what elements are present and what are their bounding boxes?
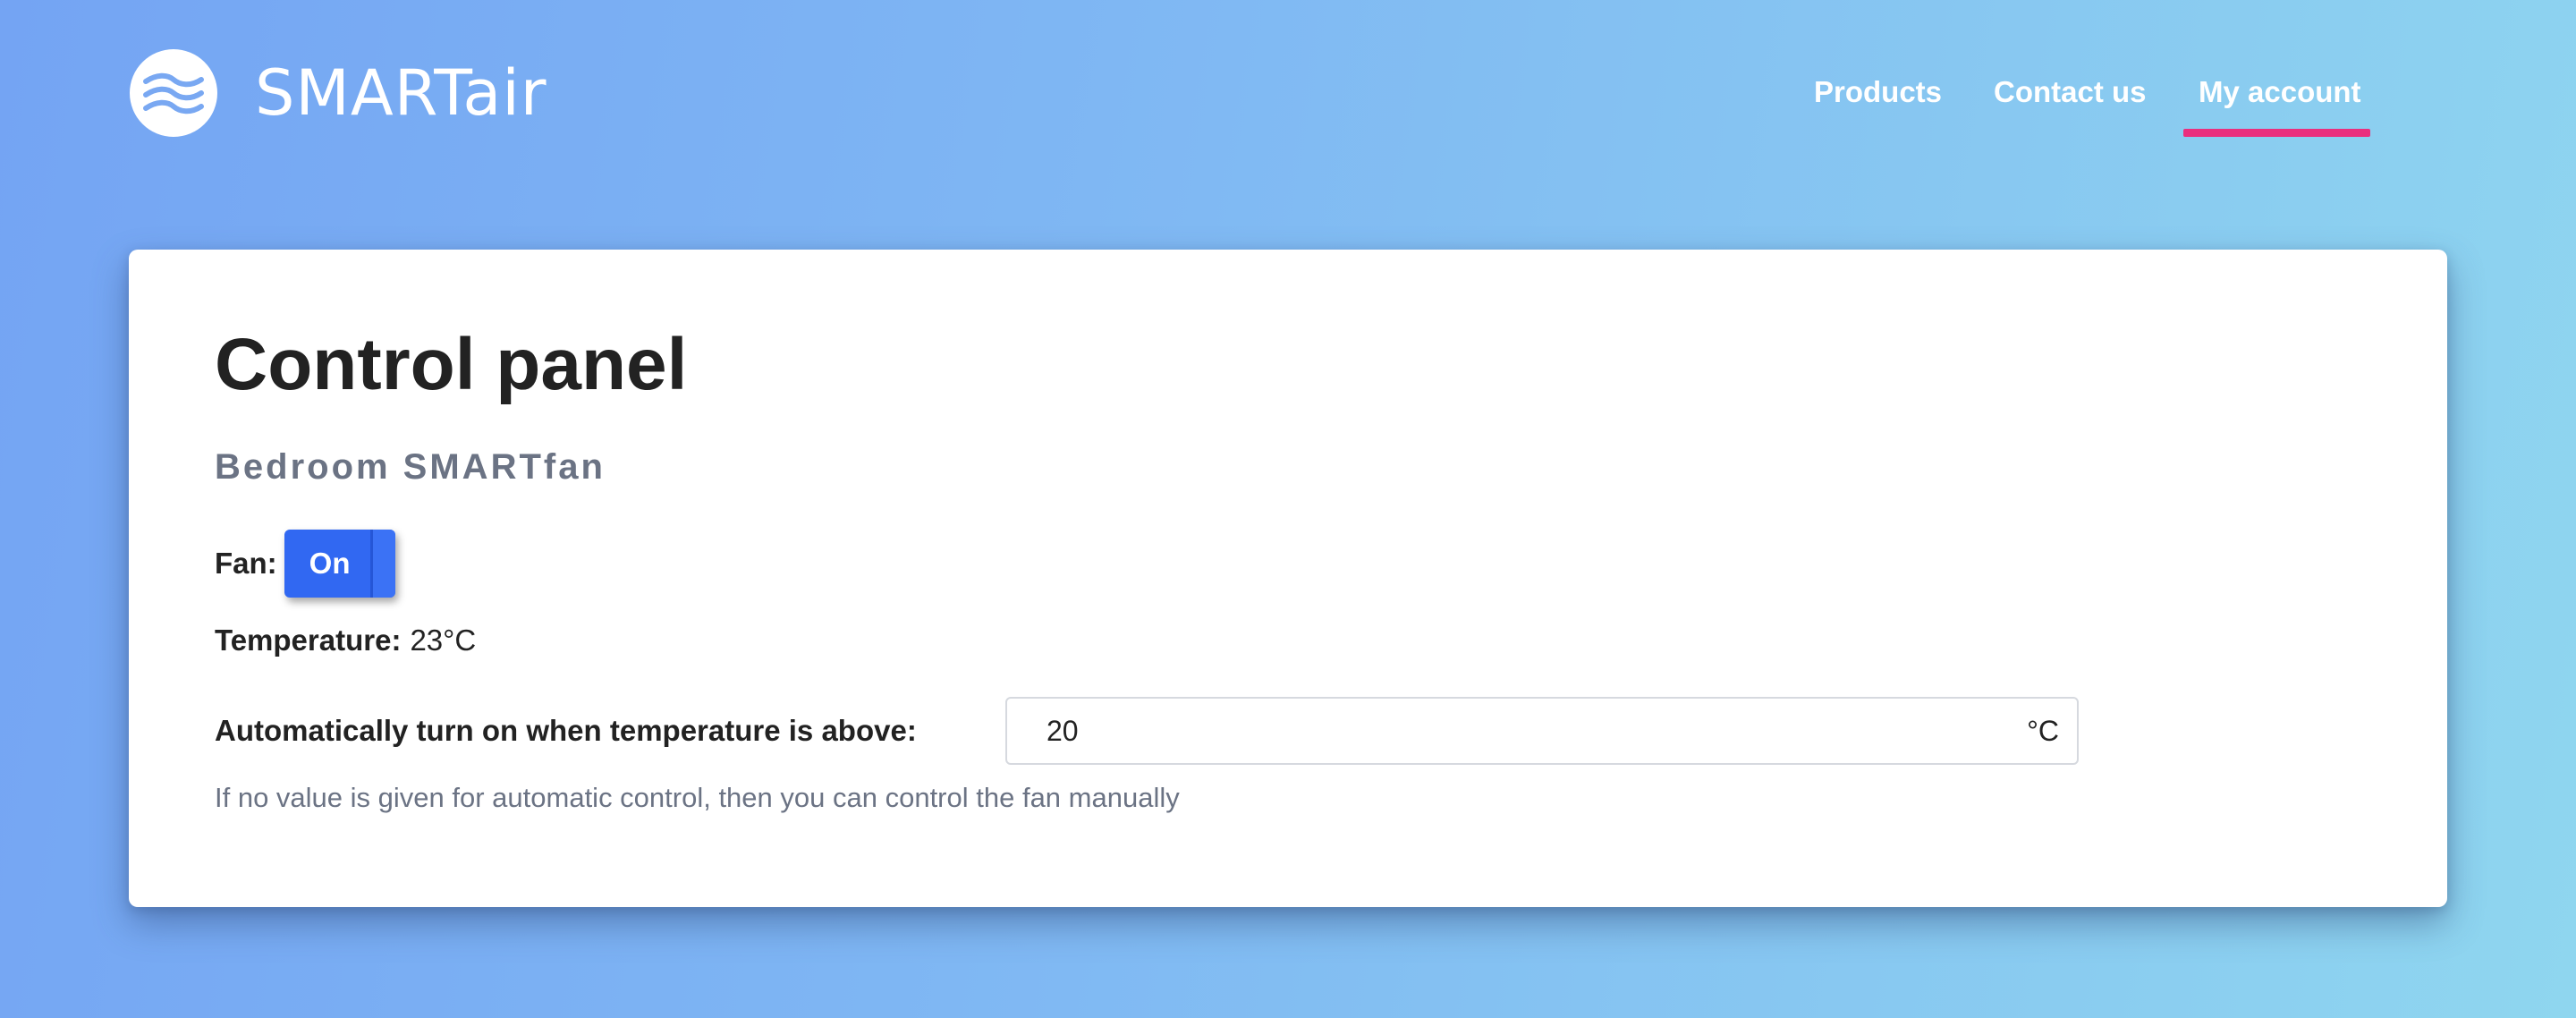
control-panel-card: Control panel Bedroom SMARTfan Fan: On T… — [129, 250, 2447, 907]
input-unit: °C — [2027, 715, 2059, 747]
auto-temperature-input[interactable] — [1007, 699, 1991, 763]
main-nav: Products Contact us My account — [0, 70, 2576, 141]
nav-contact-link[interactable]: Contact us — [1994, 70, 2147, 115]
auto-control-row: Automatically turn on when temperature i… — [215, 697, 2079, 765]
fan-label: Fan: — [215, 547, 277, 580]
nav-my-account-link[interactable]: My account — [2199, 70, 2361, 115]
temperature-value: 23°C — [410, 624, 477, 657]
site-header: SMARTair Products Contact us My account — [0, 0, 2576, 179]
fan-row: Fan: On — [215, 529, 395, 598]
temperature-row: Temperature: 23°C — [215, 624, 476, 657]
toggle-knob — [369, 530, 395, 598]
nav-products-link[interactable]: Products — [1814, 70, 1942, 115]
auto-control-label: Automatically turn on when temperature i… — [215, 714, 917, 747]
device-name: Bedroom SMARTfan — [215, 447, 606, 487]
active-nav-indicator — [2183, 129, 2370, 137]
page-title: Control panel — [215, 324, 688, 405]
fan-toggle-label: On — [309, 547, 351, 580]
temperature-label: Temperature: — [215, 624, 402, 657]
help-text: If no value is given for automatic contr… — [215, 782, 1180, 813]
auto-temperature-field: °C — [1005, 697, 2079, 765]
fan-toggle[interactable]: On — [284, 530, 395, 598]
